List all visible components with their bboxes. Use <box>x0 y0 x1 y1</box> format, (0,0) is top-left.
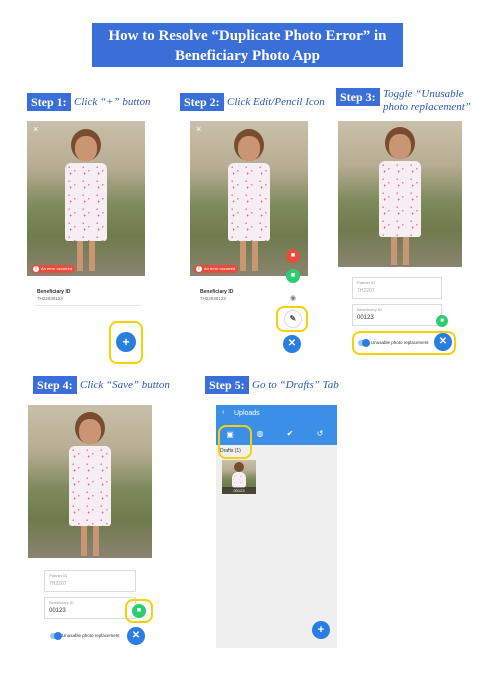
step-2-phone: × An error occurred ■ ■ Beneficiary ID 7… <box>190 121 308 361</box>
step-1-badge: Step 1: <box>27 93 71 111</box>
error-chip: An error occurred <box>194 265 239 273</box>
error-chip: An error occurred <box>31 265 76 273</box>
step-3-phone: Partner ID 7H2207 Beneficiary ID 00123 ■… <box>338 121 462 365</box>
step-1-phone: × An error occurred Beneficiary ID 7H220… <box>27 121 145 369</box>
step-4-badge: Step 4: <box>33 376 77 394</box>
partner-id-value: 7H2207 <box>357 288 375 294</box>
partner-id-field[interactable]: Partner ID 7H2207 <box>44 570 136 592</box>
beneficiary-id-label: Beneficiary ID <box>200 289 234 295</box>
step-4-phone: Partner ID 7H2207 Beneficiary ID 00123 ■… <box>28 405 154 655</box>
pencil-icon[interactable]: ✎ <box>284 310 302 328</box>
add-button[interactable]: + <box>312 621 330 639</box>
step-3-text-1: Toggle “Unusable <box>383 88 464 100</box>
close-fab-button[interactable]: ✕ <box>283 335 301 353</box>
step-5-badge: Step 5: <box>205 376 249 394</box>
beneficiary-id-value: 7H22030123 <box>200 296 226 301</box>
beneficiary-id-label: Beneficiary ID <box>49 600 74 605</box>
beneficiary-id-input: 00123 <box>357 315 374 321</box>
beneficiary-id-field[interactable]: Beneficiary ID 00123 <box>352 304 442 326</box>
title-line-1: How to Resolve “Duplicate Photo Error” i… <box>108 28 387 44</box>
child-photo <box>338 121 462 267</box>
unusable-photo-toggle[interactable] <box>50 632 62 640</box>
uploaded-tab-icon[interactable]: ✔ <box>284 429 296 438</box>
beneficiary-id-label: Beneficiary ID <box>357 307 382 312</box>
drafts-label[interactable]: Drafts (1) <box>220 448 241 454</box>
camera-icon[interactable]: ◉ <box>290 294 296 302</box>
step-2-text: Click Edit/Pencil Icon <box>227 96 325 108</box>
delete-button[interactable]: ■ <box>286 249 300 263</box>
step-3-text-2: photo replacement” <box>383 101 471 113</box>
page-title: How to Resolve “Duplicate Photo Error” i… <box>92 23 403 67</box>
step-1-text: Click “+” button <box>74 96 151 108</box>
unusable-photo-toggle[interactable] <box>358 339 370 347</box>
title-line-2: Beneficiary Photo App <box>175 48 320 64</box>
uploads-title: Uploads <box>234 410 260 417</box>
partner-id-label: Partner ID <box>49 573 68 578</box>
thumbnail-label: 00123 <box>222 487 256 494</box>
step-5-phone: ‹ Uploads ▣ ◍ ✔ ↺ Drafts (1) 00123 + <box>216 405 337 648</box>
step-5-text: Go to “Drafts” Tab <box>252 379 339 391</box>
add-button[interactable]: + <box>116 332 136 352</box>
save-icon[interactable]: ■ <box>286 269 300 283</box>
close-icon[interactable]: × <box>196 124 201 134</box>
back-icon[interactable]: ‹ <box>222 409 224 416</box>
child-photo <box>28 405 152 558</box>
step-2-badge: Step 2: <box>180 93 224 111</box>
child-photo: × An error occurred <box>27 121 145 276</box>
partner-id-label: Partner ID <box>357 280 376 285</box>
partner-id-value: 7H2207 <box>49 581 67 587</box>
close-fab-button[interactable]: ✕ <box>434 333 452 351</box>
history-tab-icon[interactable]: ↺ <box>314 429 326 438</box>
step-3-badge: Step 3: <box>336 88 380 106</box>
save-icon[interactable]: ■ <box>436 315 448 327</box>
partner-id-field[interactable]: Partner ID 7H2207 <box>352 277 442 299</box>
save-button[interactable]: ■ <box>132 604 146 618</box>
draft-thumbnail[interactable]: 00123 <box>222 460 256 494</box>
beneficiary-id-field[interactable]: Beneficiary ID 00123 <box>44 597 136 619</box>
toggle-label: Unusable photo replacement <box>62 633 120 638</box>
step-4-text: Click “Save” button <box>80 379 170 391</box>
beneficiary-id-input: 00123 <box>49 608 66 614</box>
close-icon[interactable]: × <box>33 124 38 134</box>
close-fab-button[interactable]: ✕ <box>127 627 145 645</box>
beneficiary-id-label: Beneficiary ID <box>37 289 71 295</box>
toggle-label: Unusable photo replacement <box>371 340 429 345</box>
beneficiary-id-value: 7H22030123 <box>37 296 63 301</box>
pending-tab-icon[interactable]: ◍ <box>254 429 266 438</box>
